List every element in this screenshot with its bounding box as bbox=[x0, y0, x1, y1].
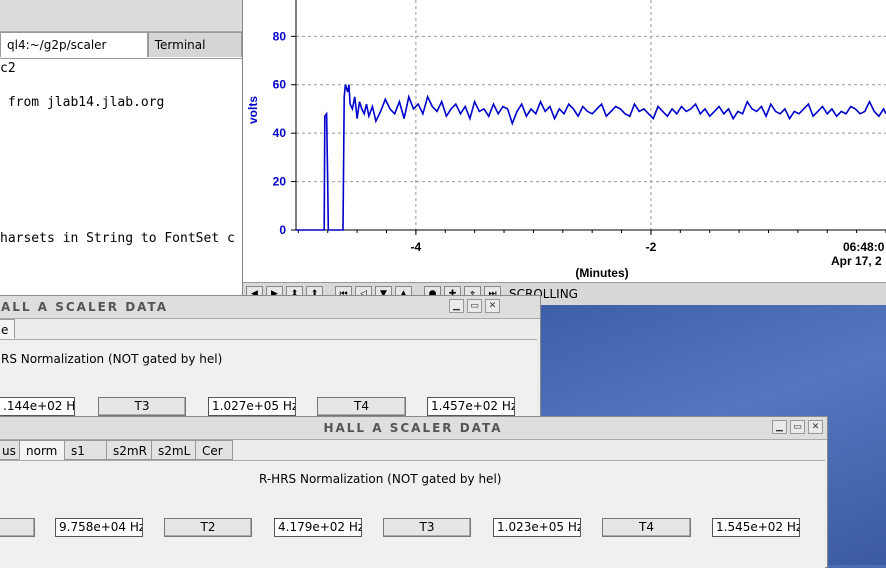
maximize-icon[interactable]: ▭ bbox=[790, 420, 805, 434]
x-axis-label: (Minutes) bbox=[575, 266, 628, 280]
t1-rate-value: .144e+02 Hz bbox=[0, 397, 75, 416]
strip-chart-window: 0 20 40 60 80 -4 -2 volts (Minutes) 06:48:0 A… bbox=[243, 0, 886, 305]
t1-button[interactable] bbox=[0, 518, 35, 537]
terminal-line: c2 bbox=[0, 61, 16, 76]
tab-s1[interactable]: s1 bbox=[64, 440, 107, 460]
t3-button[interactable]: T3 bbox=[383, 518, 471, 537]
terminal-tab-terminal[interactable]: Terminal bbox=[147, 32, 242, 57]
strip-chart: 0 20 40 60 80 -4 -2 volts (Minutes) 06:48:0 A… bbox=[246, 0, 886, 280]
minimize-icon[interactable]: ▁ bbox=[772, 420, 787, 434]
date-label: Apr 17, 2 bbox=[831, 254, 882, 268]
x-tick-labels: -4 -2 bbox=[411, 240, 657, 254]
window-controls: ▁ ▭ ✕ bbox=[769, 420, 823, 434]
panel-title: R-HRS Normalization (NOT gated by hel) bbox=[259, 472, 502, 486]
y-tick-label: 0 bbox=[279, 223, 286, 237]
tab-cer[interactable]: Cer bbox=[195, 440, 233, 460]
tab-norm[interactable]: norm bbox=[19, 440, 65, 460]
chart-axes bbox=[291, 0, 886, 235]
time-label: 06:48:0 bbox=[843, 240, 885, 254]
x-tick-label: -2 bbox=[646, 240, 657, 254]
y-tick-label: 60 bbox=[273, 78, 287, 92]
terminal-tab-bar: ql4:~/g2p/scaler Terminal bbox=[0, 32, 242, 58]
t3-rate-value: 1.023e+05 Hz bbox=[493, 518, 581, 537]
scaler-window-front: HALL A SCALER DATA ▁ ▭ ✕ us norm s1 s2mR… bbox=[0, 416, 828, 568]
t4-rate-value: 1.457e+02 Hz bbox=[427, 397, 515, 416]
tab-s2mr[interactable]: s2mR bbox=[106, 440, 152, 460]
minimize-icon[interactable]: ▁ bbox=[449, 299, 464, 313]
terminal-output[interactable]: c2 from jlab14.jlab.org harsets in Strin… bbox=[0, 60, 235, 247]
normalization-panel: R-HRS Normalization (NOT gated by hel) 9… bbox=[0, 460, 825, 568]
t4-button[interactable]: T4 bbox=[317, 397, 406, 416]
terminal-titlebar bbox=[0, 0, 242, 32]
y-axis-label: volts bbox=[246, 96, 260, 124]
terminal-window: ql4:~/g2p/scaler Terminal c2 from jlab14… bbox=[0, 0, 243, 300]
t2-rate-value: 4.179e+02 Hz bbox=[274, 518, 362, 537]
t4-button[interactable]: T4 bbox=[602, 518, 691, 537]
chart-grid bbox=[296, 0, 886, 230]
y-tick-label: 80 bbox=[273, 29, 287, 43]
close-icon[interactable]: ✕ bbox=[485, 299, 500, 313]
tab-s2ml[interactable]: s2mL bbox=[151, 440, 196, 460]
t1-rate-value: 9.758e+04 Hz bbox=[55, 518, 143, 537]
t4-rate-value: 1.545e+02 Hz bbox=[712, 518, 800, 537]
y-tick-label: 20 bbox=[273, 175, 287, 189]
tab-us[interactable]: us bbox=[0, 440, 20, 460]
terminal-line: harsets in String to FontSet c bbox=[0, 231, 235, 246]
close-icon[interactable]: ✕ bbox=[808, 420, 823, 434]
terminal-tab-scaler[interactable]: ql4:~/g2p/scaler bbox=[0, 32, 148, 57]
maximize-icon[interactable]: ▭ bbox=[467, 299, 482, 313]
scaler-window-back: ALL A SCALER DATA ▁ ▭ ✕ e RS Normalizati… bbox=[0, 295, 541, 420]
scaler-tabs: us norm s1 s2mR s2mL Cer bbox=[0, 440, 233, 460]
t3-rate-value: 1.027e+05 Hz bbox=[208, 397, 296, 416]
t2-button[interactable]: T2 bbox=[164, 518, 252, 537]
x-tick-label: -4 bbox=[411, 240, 422, 254]
panel-title: RS Normalization (NOT gated by hel) bbox=[1, 352, 223, 366]
tab-partial[interactable]: e bbox=[0, 319, 15, 339]
y-tick-label: 40 bbox=[273, 126, 287, 140]
window-title: HALL A SCALER DATA bbox=[0, 417, 827, 440]
y-tick-labels: 0 20 40 60 80 bbox=[273, 29, 287, 237]
t3-button[interactable]: T3 bbox=[98, 397, 186, 416]
window-controls: ▁ ▭ ✕ bbox=[446, 299, 500, 313]
terminal-line: from jlab14.jlab.org bbox=[0, 95, 165, 110]
series-line-volts bbox=[296, 84, 886, 231]
normalization-panel: RS Normalization (NOT gated by hel) .144… bbox=[0, 339, 537, 420]
